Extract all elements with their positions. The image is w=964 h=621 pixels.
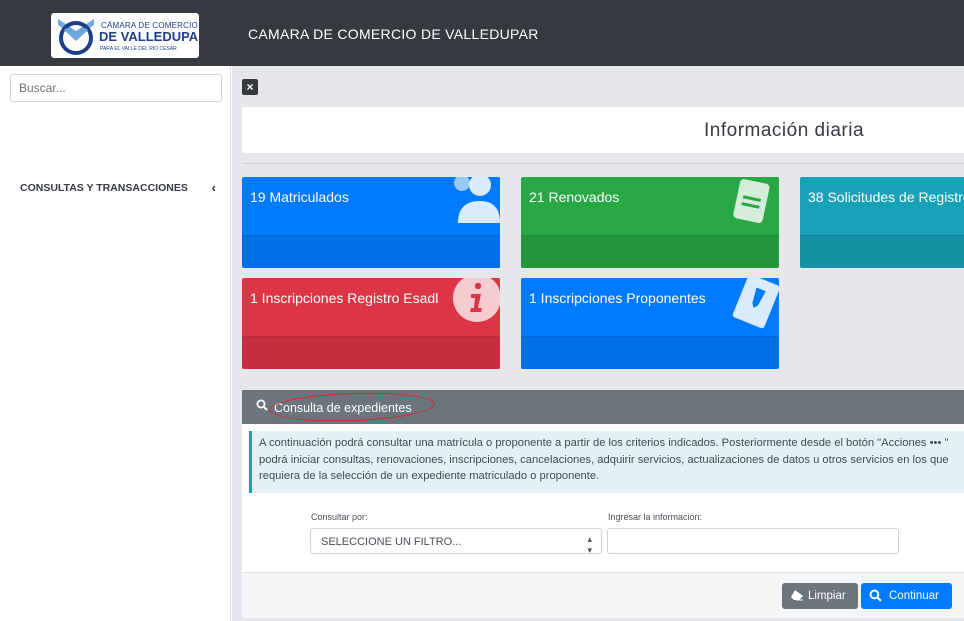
page-title: Información diaria [704,120,865,141]
card-label: 38 Solicitudes de Registro [808,189,964,205]
sidebar-item-consultas[interactable]: CONSULTAS Y TRANSACCIONES ‹ [20,180,220,196]
highlight-annotation [268,390,436,424]
panel-header: Consulta de expedientes [242,390,964,424]
filter-select[interactable]: SELECCIONE UN FILTRO... ▴ ▾ [310,528,602,555]
continue-button-label: Continuar [889,590,939,602]
card-footer [521,235,779,268]
select-caret-icon: ▴ ▾ [587,534,592,555]
id-card-icon [732,278,779,329]
logo[interactable]: CÁMARA DE COMERCIO DE VALLEDUPAR PARA EL… [51,13,199,58]
app-title: CAMARA DE COMERCIO DE VALLEDUPAR [248,26,539,42]
chevron-left-icon: ‹ [211,180,216,195]
card-footer [242,235,500,268]
card-label: 1 Inscripciones Registro Esadl [250,290,439,306]
info-header: Información diaria [242,107,964,153]
info-notice: A continuación podrá consultar una matrí… [249,431,964,493]
top-bar: CÁMARA DE COMERCIO DE VALLEDUPAR PARA EL… [0,0,964,66]
sidebar: CONSULTAS Y TRANSACCIONES ‹ [0,66,231,621]
users-icon [454,177,500,223]
panel-footer: Limpiar Continuar [242,572,964,618]
card-footer [800,235,964,268]
info-icon [453,278,500,322]
panel-body: A continuación podrá consultar una matrí… [242,424,964,572]
card-footer [242,336,500,369]
search-icon [256,399,268,411]
main-content: × Información diaria 19 Matriculados 21 … [232,66,964,621]
continue-button[interactable]: Continuar [861,583,952,609]
clear-button[interactable]: Limpiar [782,583,858,609]
eraser-icon [791,590,803,601]
search-input[interactable] [10,74,222,102]
card-label: 21 Renovados [529,189,620,205]
card-label: 19 Matriculados [250,189,349,205]
card-label: 1 Inscripciones Proponentes [529,290,706,306]
card-inscripciones-proponentes[interactable]: 1 Inscripciones Proponentes [521,278,779,369]
logo-line-2: DE VALLEDUPAR [99,29,199,44]
card-footer [521,336,779,369]
input-label: Ingresar la información: [608,512,703,522]
filter-select-value: SELECCIONE UN FILTRO... [321,536,462,548]
close-button[interactable]: × [242,79,258,95]
divider [242,163,964,164]
filter-label: Consultar por: [311,512,368,522]
card-matriculados[interactable]: 19 Matriculados [242,177,500,268]
card-renovados[interactable]: 21 Renovados [521,177,779,268]
info-input[interactable] [607,528,899,554]
logo-mark-icon [58,19,94,55]
search-icon [869,589,882,602]
card-solicitudes[interactable]: 38 Solicitudes de Registro [800,177,964,268]
document-icon [733,179,770,223]
clear-button-label: Limpiar [808,590,846,602]
card-inscripciones-esadl[interactable]: 1 Inscripciones Registro Esadl [242,278,500,369]
sidebar-item-label: CONSULTAS Y TRANSACCIONES [20,182,188,194]
logo-line-3: PARA EL VALLE DEL RÍO CESAR [100,46,177,52]
